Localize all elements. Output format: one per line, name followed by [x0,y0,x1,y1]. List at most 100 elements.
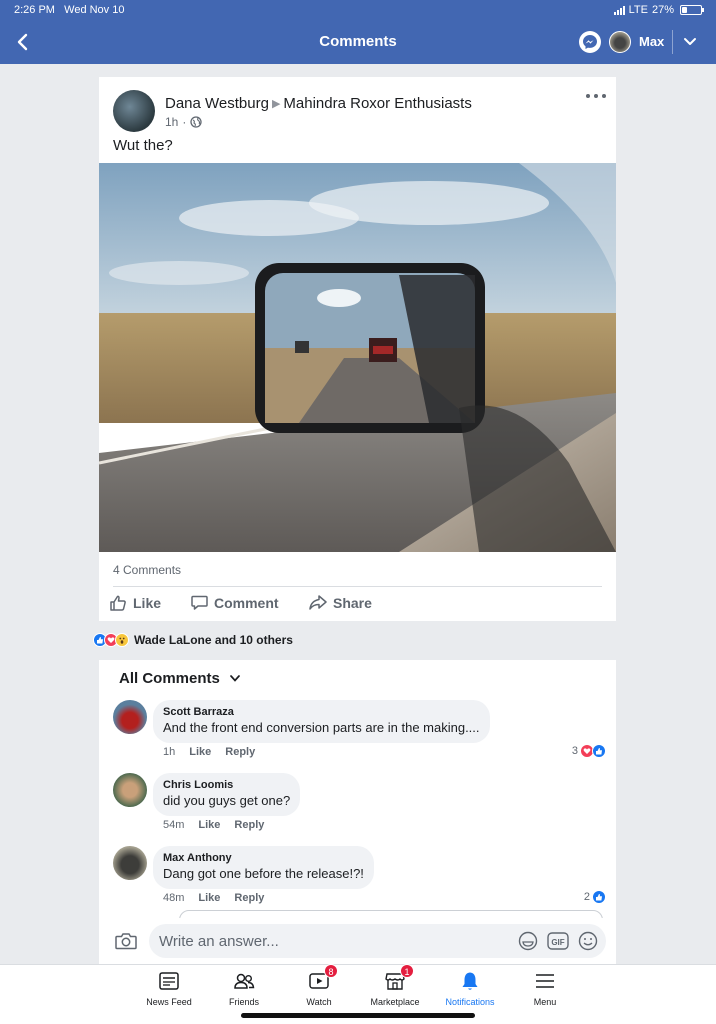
comment-like-button[interactable]: Like [189,746,211,758]
camera-icon [115,933,137,950]
home-indicator[interactable] [241,1013,475,1018]
tab-notifications[interactable]: Notifications [435,970,505,1007]
network-label: LTE [628,4,648,16]
tab-marketplace[interactable]: 1 Marketplace [360,964,430,1007]
comment-like-button[interactable]: Like [198,819,220,831]
app-header: 2:26 PM Wed Nov 10 LTE 27% Comments Max [0,0,716,64]
tab-label: Friends [228,997,259,1007]
tab-label: News Feed [146,997,192,1007]
comment-input-placeholder: Write an answer... [159,933,279,950]
post-photo[interactable] [99,163,616,552]
divider [113,586,602,587]
watch-icon: 8 [308,964,338,992]
tab-label: Menu [533,997,557,1007]
tab-label: Marketplace [370,997,420,1007]
post-text: Wut the? [113,137,173,154]
comment-count[interactable]: 4 Comments [113,563,181,577]
share-button[interactable]: Share [309,594,372,611]
thumbs-up-icon [110,595,126,611]
comment-time: 54m [163,819,185,831]
comment-text: did you guys get one? [163,793,291,808]
more-options-button[interactable] [586,91,606,101]
commenter-name[interactable]: Chris Loomis [163,779,290,791]
battery-icon [680,5,704,15]
comment-input[interactable]: Write an answer... GIF [149,924,606,958]
tab-friends[interactable]: Friends [209,970,279,1007]
comment-button[interactable]: Comment [191,594,279,611]
friends-icon [233,970,255,992]
status-time: 2:26 PM Wed Nov 10 [14,4,125,16]
comment-meta: 48m Like Reply [163,892,264,904]
status-date: Wed Nov 10 [64,4,125,16]
bell-icon [459,970,481,992]
user-name[interactable]: Max [639,34,664,49]
post-actions: Like Comment Share [99,594,616,616]
comment-item: Max Anthony Dang got one before the rele… [113,846,606,908]
account-menu-button[interactable] [682,33,698,49]
like-reaction-icon [592,744,606,758]
messenger-icon [583,35,597,49]
emoji-icon[interactable] [578,931,598,951]
globe-icon [190,116,203,128]
photo-side-mirror [99,163,616,552]
user-avatar[interactable] [609,31,631,53]
composer-icons: GIF [518,931,598,951]
reactions-text: Wade LaLone and 10 others [134,633,293,647]
comment-meta: 54m Like Reply [163,819,264,831]
tab-news-feed[interactable]: News Feed [134,970,204,1007]
marketplace-badge: 1 [400,964,414,978]
comment-reactions[interactable]: 3 [572,744,606,758]
comment-text: And the front end conversion parts are i… [163,720,480,735]
battery-label: 27% [651,4,674,16]
tab-watch[interactable]: 8 Watch [284,964,354,1007]
sticker-icon[interactable] [518,931,538,951]
comment-reaction-count: 2 [583,891,590,903]
like-reaction-icon [592,890,606,904]
wow-reaction-icon [115,633,129,647]
share-icon [309,595,327,610]
commenter-name[interactable]: Max Anthony [163,852,364,864]
comment-time: 1h [163,746,176,758]
tab-label: Watch [306,997,332,1007]
camera-button[interactable] [115,932,137,955]
comment-reply-button[interactable]: Reply [225,746,255,758]
next-comment-peek [179,910,603,918]
commenter-avatar[interactable] [113,846,147,880]
comment-like-button[interactable]: Like [198,892,220,904]
commenter-name[interactable]: Scott Barraza [163,706,480,718]
comment-bubble: Scott Barraza And the front end conversi… [153,700,490,743]
comment-meta: 1h Like Reply [163,746,255,758]
header-divider [672,30,673,54]
watch-badge: 8 [324,964,338,978]
comment-text: Dang got one before the release!?! [163,866,364,881]
speech-bubble-icon [191,595,208,610]
commenter-avatar[interactable] [113,700,147,734]
gif-label: GIF [551,938,564,947]
reactions-summary[interactable]: Wade LaLone and 10 others [93,633,293,647]
author-name[interactable]: Dana Westburg [165,95,269,112]
comment-reactions[interactable]: 2 [583,890,606,904]
comment-filter-dropdown[interactable]: All Comments [119,670,240,687]
tab-menu[interactable]: Menu [510,970,580,1007]
post-meta: 1h · [165,115,203,129]
comment-bubble: Max Anthony Dang got one before the rele… [153,846,374,889]
comment-composer: Write an answer... GIF [99,918,616,964]
commenter-avatar[interactable] [113,773,147,807]
post-time: 1h [165,115,179,129]
comment-time: 48m [163,892,185,904]
comments-section: All Comments Scott Barraza And the front… [99,660,616,918]
comment-bubble: Chris Loomis did you guys get one? [153,773,301,816]
gif-icon[interactable]: GIF [546,931,570,951]
post-card: Dana Westburg ▶ Mahindra Roxor Enthusiasts… [99,77,616,621]
author-avatar[interactable] [113,90,155,132]
post-author-line: Dana Westburg ▶ Mahindra Roxor Enthusiasts [165,95,472,112]
comment-reply-button[interactable]: Reply [234,892,264,904]
like-button[interactable]: Like [109,594,161,612]
status-indicators: LTE 27% [613,4,704,16]
signal-icon [613,5,625,15]
messenger-button[interactable] [579,31,601,53]
group-name[interactable]: Mahindra Roxor Enthusiasts [283,95,471,112]
tab-label: Notifications [445,997,495,1007]
comment-reply-button[interactable]: Reply [234,819,264,831]
arrow-right-icon: ▶ [271,98,281,110]
